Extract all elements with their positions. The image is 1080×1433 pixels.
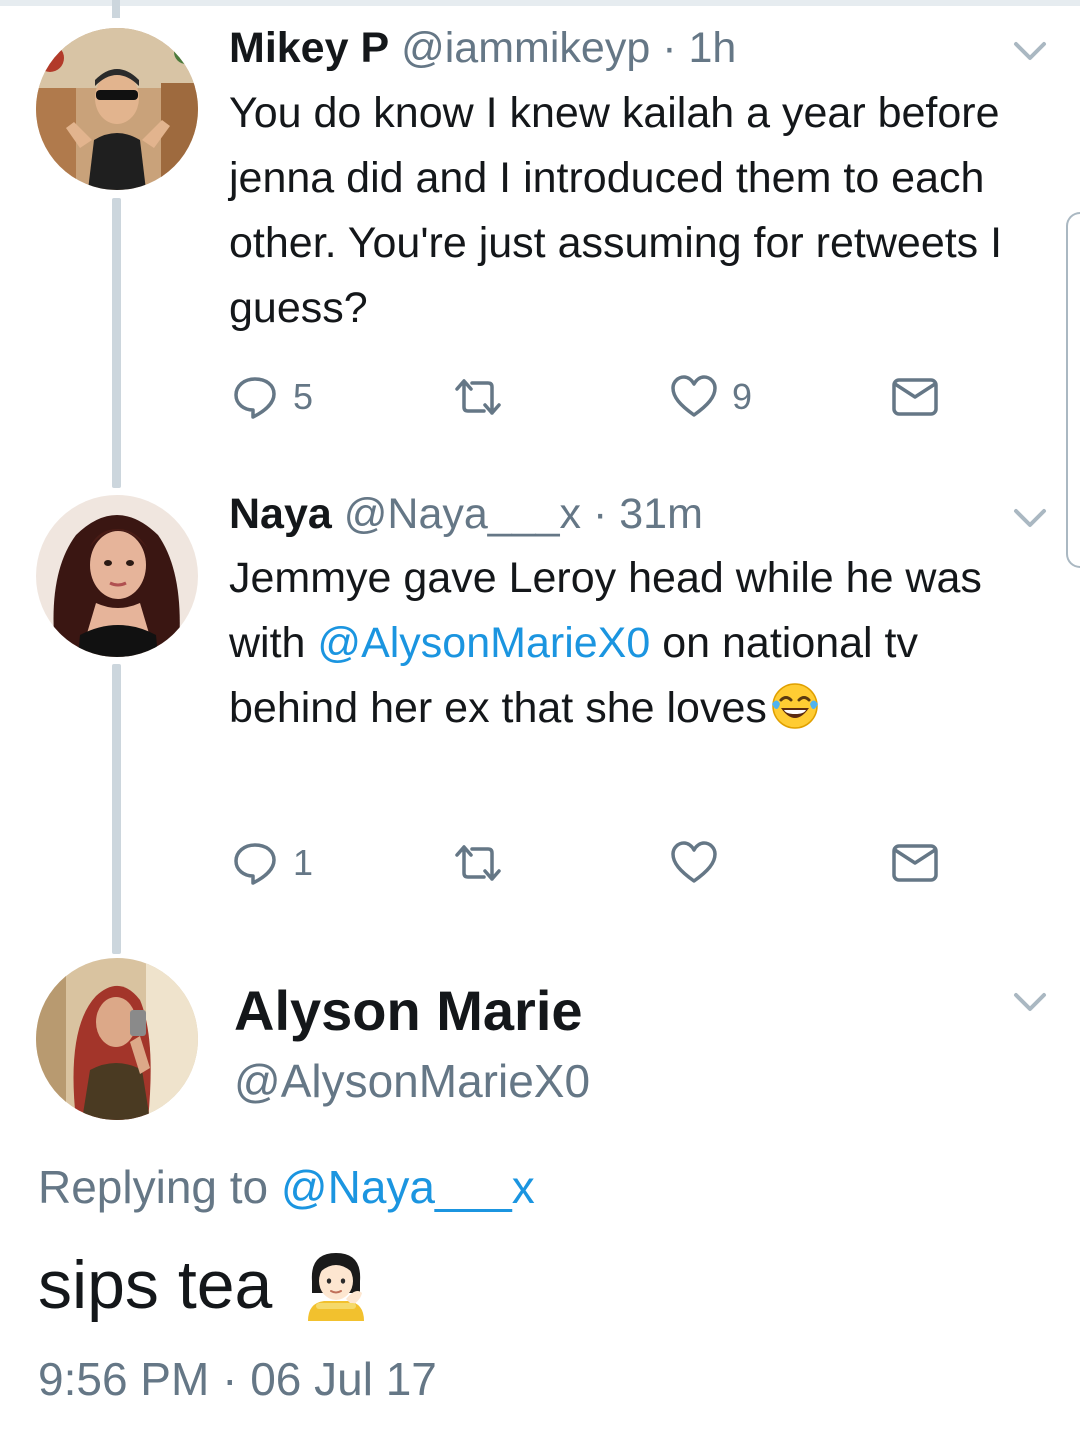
retweet-icon bbox=[455, 379, 501, 415]
tweet-1-menu-chevron[interactable] bbox=[1010, 36, 1050, 66]
like-icon bbox=[671, 375, 717, 417]
tweet-1-retweet-button[interactable] bbox=[454, 372, 516, 422]
tweet-1-reply-button[interactable]: 5 bbox=[231, 372, 313, 422]
tweet-2-text: Jemmye gave Leroy head while he was with… bbox=[229, 546, 1019, 741]
main-tweet-author-name[interactable]: Alyson Marie bbox=[234, 978, 583, 1044]
tweet-1-like-count: 9 bbox=[732, 376, 753, 417]
dm-icon bbox=[892, 844, 938, 882]
tweet-1-author-name[interactable]: Mikey P bbox=[229, 24, 389, 72]
main-tweet-menu-chevron[interactable] bbox=[1010, 987, 1050, 1017]
tweet-2-reply-button[interactable]: 1 bbox=[231, 838, 313, 888]
like-icon bbox=[671, 841, 717, 883]
reply-icon bbox=[234, 377, 276, 419]
tweet-2-author-name[interactable]: Naya bbox=[229, 490, 332, 538]
reply-icon bbox=[234, 843, 276, 885]
dm-icon bbox=[892, 378, 938, 416]
tweet-1-text: You do know I knew kailah a year before … bbox=[229, 89, 1003, 332]
avatar-mikey[interactable] bbox=[36, 28, 198, 190]
avatar-alyson[interactable] bbox=[36, 958, 198, 1120]
tweet-1-time[interactable]: · 1h bbox=[662, 24, 736, 72]
chevron-down-icon bbox=[1014, 42, 1046, 60]
tweet-1-like-button[interactable]: 9 bbox=[670, 372, 752, 422]
thread-line-2 bbox=[112, 664, 121, 954]
chevron-down-icon bbox=[1014, 509, 1046, 527]
tweet-2-dm-button[interactable] bbox=[891, 838, 939, 888]
chevron-down-icon bbox=[1014, 993, 1046, 1011]
tweet-1-dm-button[interactable] bbox=[891, 372, 939, 422]
tweet-2-retweet-button[interactable] bbox=[454, 838, 516, 888]
main-tweet-text: sips tea bbox=[38, 1245, 374, 1325]
tweet-2-time[interactable]: · 31m bbox=[593, 490, 703, 538]
tweet-2-reply-count: 1 bbox=[293, 842, 314, 883]
top-divider bbox=[0, 0, 1080, 6]
woman-tipping-hand-icon bbox=[298, 1247, 374, 1323]
tweet-2-menu-chevron[interactable] bbox=[1010, 503, 1050, 533]
tweet-2-mention-link[interactable]: @AlysonMarieX0 bbox=[317, 619, 650, 667]
scrollbar-thumb[interactable] bbox=[1066, 212, 1080, 568]
main-tweet-handle[interactable]: @AlysonMarieX0 bbox=[234, 1052, 590, 1110]
replying-to-label: Replying to bbox=[38, 1161, 281, 1213]
tweet-2-header: Naya @Naya___x · 31m bbox=[229, 488, 703, 540]
avatar-naya[interactable] bbox=[36, 495, 198, 657]
tweet-1-handle[interactable]: @iammikeyp bbox=[401, 24, 650, 72]
retweet-icon bbox=[455, 845, 501, 881]
tweet-2-handle[interactable]: @Naya___x bbox=[344, 490, 581, 538]
replying-to-mention-link[interactable]: @Naya___x bbox=[281, 1161, 535, 1213]
main-tweet-timestamp[interactable]: 9:56 PM · 06 Jul 17 bbox=[38, 1350, 437, 1408]
tweet-2-like-button[interactable] bbox=[670, 838, 732, 888]
thread-connector-top bbox=[112, 0, 120, 18]
main-tweet-text-content: sips tea bbox=[38, 1247, 273, 1323]
tweet-1-header: Mikey P @iammikeyp · 1h bbox=[229, 22, 736, 74]
tweet-1-reply-count: 5 bbox=[293, 376, 314, 417]
replying-to-line: Replying to @Naya___x bbox=[38, 1158, 535, 1216]
thread-line-1 bbox=[112, 198, 121, 488]
tears-of-joy-icon bbox=[769, 680, 821, 732]
